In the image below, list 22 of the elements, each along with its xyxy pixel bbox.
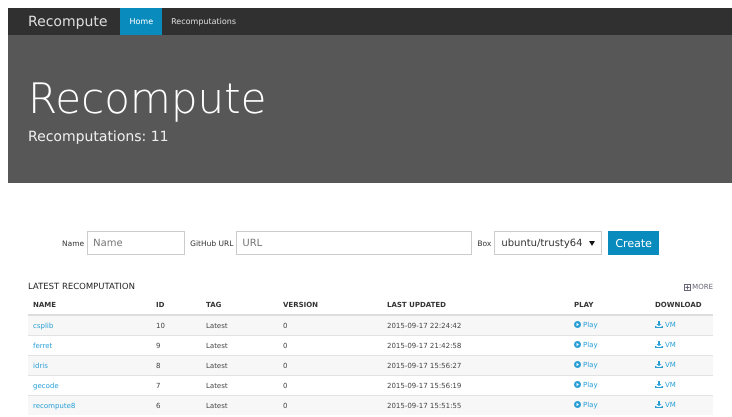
- caret-icon: [589, 240, 596, 246]
- box-dropdown[interactable]: ubuntu/trusty64: [494, 231, 602, 255]
- hero-subtitle: Recomputations: 11: [28, 129, 170, 145]
- play-icon: [574, 381, 581, 388]
- download-icon: [655, 361, 663, 368]
- play-icon: [574, 341, 581, 348]
- create-button[interactable]: Create: [608, 231, 659, 255]
- play-icon: [574, 361, 581, 368]
- section-title: LATEST RECOMPUTATION: [28, 282, 135, 292]
- hero-title: Recompute: [28, 75, 268, 123]
- download-icon: [655, 401, 663, 408]
- play-icon: [574, 401, 581, 408]
- play-icon: [574, 321, 581, 328]
- nav-tab[interactable]: Home: [120, 8, 162, 35]
- url-field[interactable]: URL: [236, 231, 472, 255]
- download-icon: [655, 321, 663, 328]
- name-field[interactable]: Name: [87, 231, 186, 255]
- download-icon: [655, 341, 663, 348]
- brand-title[interactable]: Recompute: [28, 8, 108, 35]
- download-icon: [655, 381, 663, 388]
- nav-tab[interactable]: Recomputations: [162, 8, 245, 35]
- plus-square-icon: [684, 284, 692, 290]
